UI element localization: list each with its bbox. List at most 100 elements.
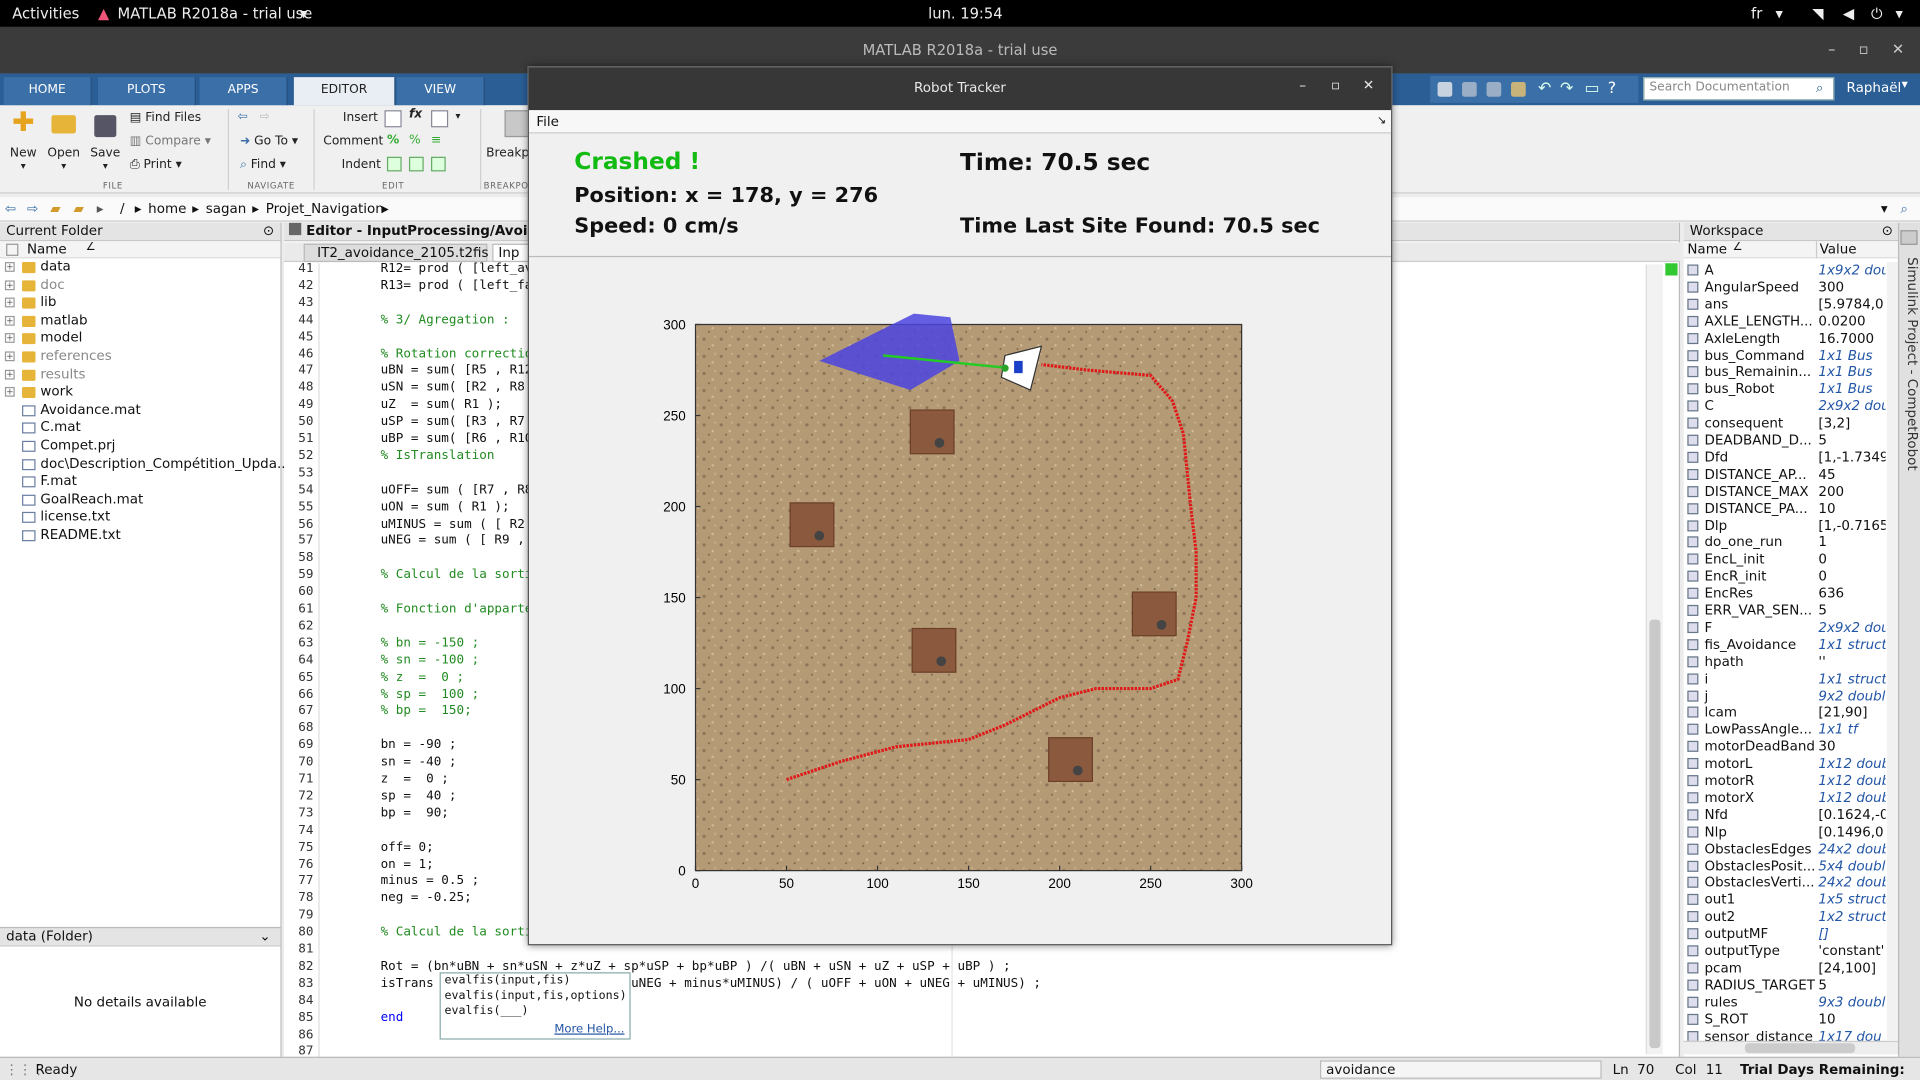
workspace-variable[interactable]: bus_Command 1x1 Bus bbox=[1684, 347, 1886, 364]
back-icon[interactable]: ⇦ bbox=[5, 201, 16, 217]
code-analyzer-indicator[interactable] bbox=[1665, 263, 1678, 276]
uncomment-icon[interactable]: % bbox=[409, 133, 421, 146]
save-button[interactable]: Save ▾ bbox=[88, 110, 122, 171]
function-hint-popup[interactable]: evalfis(input,fis) evalfis(input,fis,opt… bbox=[439, 972, 631, 1040]
forward-icon[interactable]: ⇨ bbox=[27, 201, 38, 217]
workspace-variable[interactable]: ObstaclesVerti... 24x2 doub bbox=[1684, 875, 1886, 892]
workspace-variable[interactable]: LowPassAngle... 1x1 tf bbox=[1684, 722, 1886, 739]
print-button[interactable]: ⎙ Print ▾ bbox=[130, 158, 182, 171]
file-item[interactable]: C.mat bbox=[0, 419, 280, 437]
tab-home[interactable]: HOME bbox=[3, 77, 92, 106]
up-folder-icon[interactable]: ▰ bbox=[50, 201, 60, 217]
hint-signature-2[interactable]: evalfis(input,fis,options) bbox=[441, 989, 630, 1004]
expand-icon[interactable]: + bbox=[4, 333, 15, 344]
workspace-variable[interactable]: Nfd [0.1624,-0 bbox=[1684, 807, 1886, 824]
sidebar-label[interactable]: Simulink Project - CompetRobot bbox=[1904, 257, 1920, 471]
file-item[interactable]: Compet.prj bbox=[0, 437, 280, 455]
tab-editor[interactable]: EDITOR bbox=[293, 77, 396, 106]
paste-icon[interactable] bbox=[1511, 82, 1526, 97]
ws-vscrollbar[interactable] bbox=[1886, 262, 1898, 1041]
compare-button[interactable]: ▥ Compare ▾ bbox=[130, 135, 211, 148]
workspace-variable[interactable]: motorR 1x12 doub bbox=[1684, 773, 1886, 790]
workspace-variable[interactable]: ERR_VAR_SEN... 5 bbox=[1684, 602, 1886, 619]
path-projet[interactable]: Projet_Navigation bbox=[266, 201, 384, 217]
find-files-button[interactable]: ▤ Find Files bbox=[130, 111, 201, 124]
hint-signature-1[interactable]: evalfis(input,fis) bbox=[441, 973, 630, 988]
workspace-variable[interactable]: ObstaclesPosit... 5x4 doubl bbox=[1684, 858, 1886, 875]
insert-section-icon[interactable] bbox=[384, 110, 402, 128]
workspace-variable[interactable]: bus_Remainin... 1x1 Bus bbox=[1684, 364, 1886, 381]
file-item[interactable]: license.txt bbox=[0, 509, 280, 527]
expand-icon[interactable]: + bbox=[4, 387, 15, 397]
decrease-indent-icon[interactable] bbox=[431, 156, 446, 172]
folder-item[interactable]: + lib bbox=[0, 294, 280, 312]
save-icon[interactable] bbox=[1437, 82, 1453, 97]
find-button[interactable]: ⌕ Find ▾ bbox=[240, 158, 286, 171]
system-menu-caret-icon[interactable]: ▾ bbox=[1896, 5, 1903, 22]
workspace-variable[interactable]: EncR_init 0 bbox=[1684, 568, 1886, 585]
editor-tab-fis[interactable]: IT2_avoidance_2105.t2fis bbox=[303, 243, 489, 263]
minimize-icon[interactable]: – bbox=[1828, 40, 1835, 57]
wrap-comments-icon[interactable]: ≡ bbox=[431, 133, 441, 146]
back-arrow-icon[interactable]: ⇦ bbox=[238, 110, 248, 123]
workspace-variable[interactable]: DEADBAND_D... 5 bbox=[1684, 432, 1886, 449]
increase-indent-icon[interactable] bbox=[408, 156, 424, 172]
workspace-variable[interactable]: ans [5.9784,0 bbox=[1684, 296, 1886, 313]
workspace-variable[interactable]: consequent [3,2] bbox=[1684, 415, 1886, 432]
workspace-variable[interactable]: F 2x9x2 dou bbox=[1684, 619, 1886, 636]
editor-scrollbar[interactable] bbox=[1645, 264, 1663, 1055]
workspace-variable[interactable]: C 2x9x2 dou bbox=[1684, 398, 1886, 415]
select-all-box[interactable] bbox=[6, 243, 19, 256]
expand-icon[interactable]: + bbox=[4, 369, 15, 380]
ws-hscrollbar[interactable] bbox=[1683, 1040, 1898, 1055]
layout-caret-icon[interactable]: ▾ bbox=[1776, 5, 1783, 22]
workspace-variable[interactable]: i 1x1 struct bbox=[1684, 671, 1886, 688]
details-header[interactable]: data (Folder) ⌄ bbox=[0, 926, 281, 947]
workspace-variable[interactable]: bus_Robot 1x1 Bus bbox=[1684, 381, 1886, 398]
workspace-variable[interactable]: Dfd [1,-1.7349 bbox=[1684, 449, 1886, 466]
path-sagan[interactable]: sagan bbox=[206, 201, 247, 217]
workspace-variable[interactable]: fis_Avoidance 1x1 struct bbox=[1684, 636, 1886, 653]
workspace-variable[interactable]: outputType 'constant' bbox=[1684, 943, 1886, 960]
workspace-column-header[interactable]: Name ∠ Value bbox=[1683, 241, 1898, 259]
hint-signature-3[interactable]: evalfis(___) bbox=[441, 1004, 630, 1019]
maximize-icon[interactable]: ▫ bbox=[1859, 40, 1869, 57]
ws-hscroll-thumb[interactable] bbox=[1744, 1043, 1856, 1054]
workspace-variable[interactable]: EncRes 636 bbox=[1684, 585, 1886, 602]
file-item[interactable]: doc\Description_Compétition_Upda... bbox=[0, 455, 290, 473]
robot-path-plot[interactable]: 0 50 100 150 200 250 300 0 50 100 150 200 250 300 bbox=[529, 300, 1391, 912]
workspace-variable[interactable]: A 1x9x2 dou bbox=[1684, 262, 1886, 279]
rt-close-icon[interactable]: ✕ bbox=[1363, 77, 1374, 93]
expand-icon[interactable]: + bbox=[4, 262, 15, 272]
folder-item[interactable]: + doc bbox=[0, 276, 280, 294]
workspace-variable[interactable]: do_one_run 1 bbox=[1684, 534, 1886, 551]
workspace-variable[interactable]: Dlp [1,-0.7165 bbox=[1684, 517, 1886, 534]
workspace-variable[interactable]: outputMF [] bbox=[1684, 926, 1886, 943]
folder-item[interactable]: + references bbox=[0, 348, 280, 366]
expand-icon[interactable]: + bbox=[4, 351, 15, 362]
ws-col-name[interactable]: Name bbox=[1687, 241, 1727, 257]
more-help-link[interactable]: More Help... bbox=[441, 1022, 630, 1037]
folder-item[interactable]: + results bbox=[0, 366, 280, 384]
tab-view[interactable]: VIEW bbox=[396, 77, 485, 106]
workspace-variable[interactable]: ObstaclesEdges 24x2 doub bbox=[1684, 841, 1886, 858]
close-icon[interactable]: ✕ bbox=[1892, 40, 1904, 57]
path-root[interactable]: / bbox=[120, 201, 125, 217]
app-menu[interactable]: MATLAB R2018a - trial use bbox=[118, 5, 313, 22]
workspace-variable[interactable]: AngularSpeed 300 bbox=[1684, 279, 1886, 296]
cut-icon[interactable] bbox=[1462, 82, 1477, 97]
folder-item[interactable]: + model bbox=[0, 330, 280, 348]
search-icon[interactable]: ⌕ bbox=[1816, 80, 1824, 97]
workspace-variable[interactable]: motorX 1x12 doub bbox=[1684, 790, 1886, 807]
address-dropdown-icon[interactable]: ▾ bbox=[1881, 201, 1888, 217]
clock[interactable]: lun. 19:54 bbox=[928, 5, 1002, 22]
workspace-variable[interactable]: S_ROT 10 bbox=[1684, 1011, 1886, 1028]
workspace-variable[interactable]: lcam [21,90] bbox=[1684, 705, 1886, 722]
workspace-variable[interactable]: DISTANCE_MAX 200 bbox=[1684, 483, 1886, 500]
search-folder-icon[interactable]: ⌕ bbox=[1900, 201, 1908, 218]
workspace-variable[interactable]: motorDeadBand 30 bbox=[1684, 739, 1886, 756]
goto-button[interactable]: ➜ Go To ▾ bbox=[240, 135, 298, 148]
file-item[interactable]: README.txt bbox=[0, 526, 280, 544]
redo-icon[interactable]: ↷ bbox=[1560, 80, 1573, 98]
file-item[interactable]: F.mat bbox=[0, 473, 280, 491]
